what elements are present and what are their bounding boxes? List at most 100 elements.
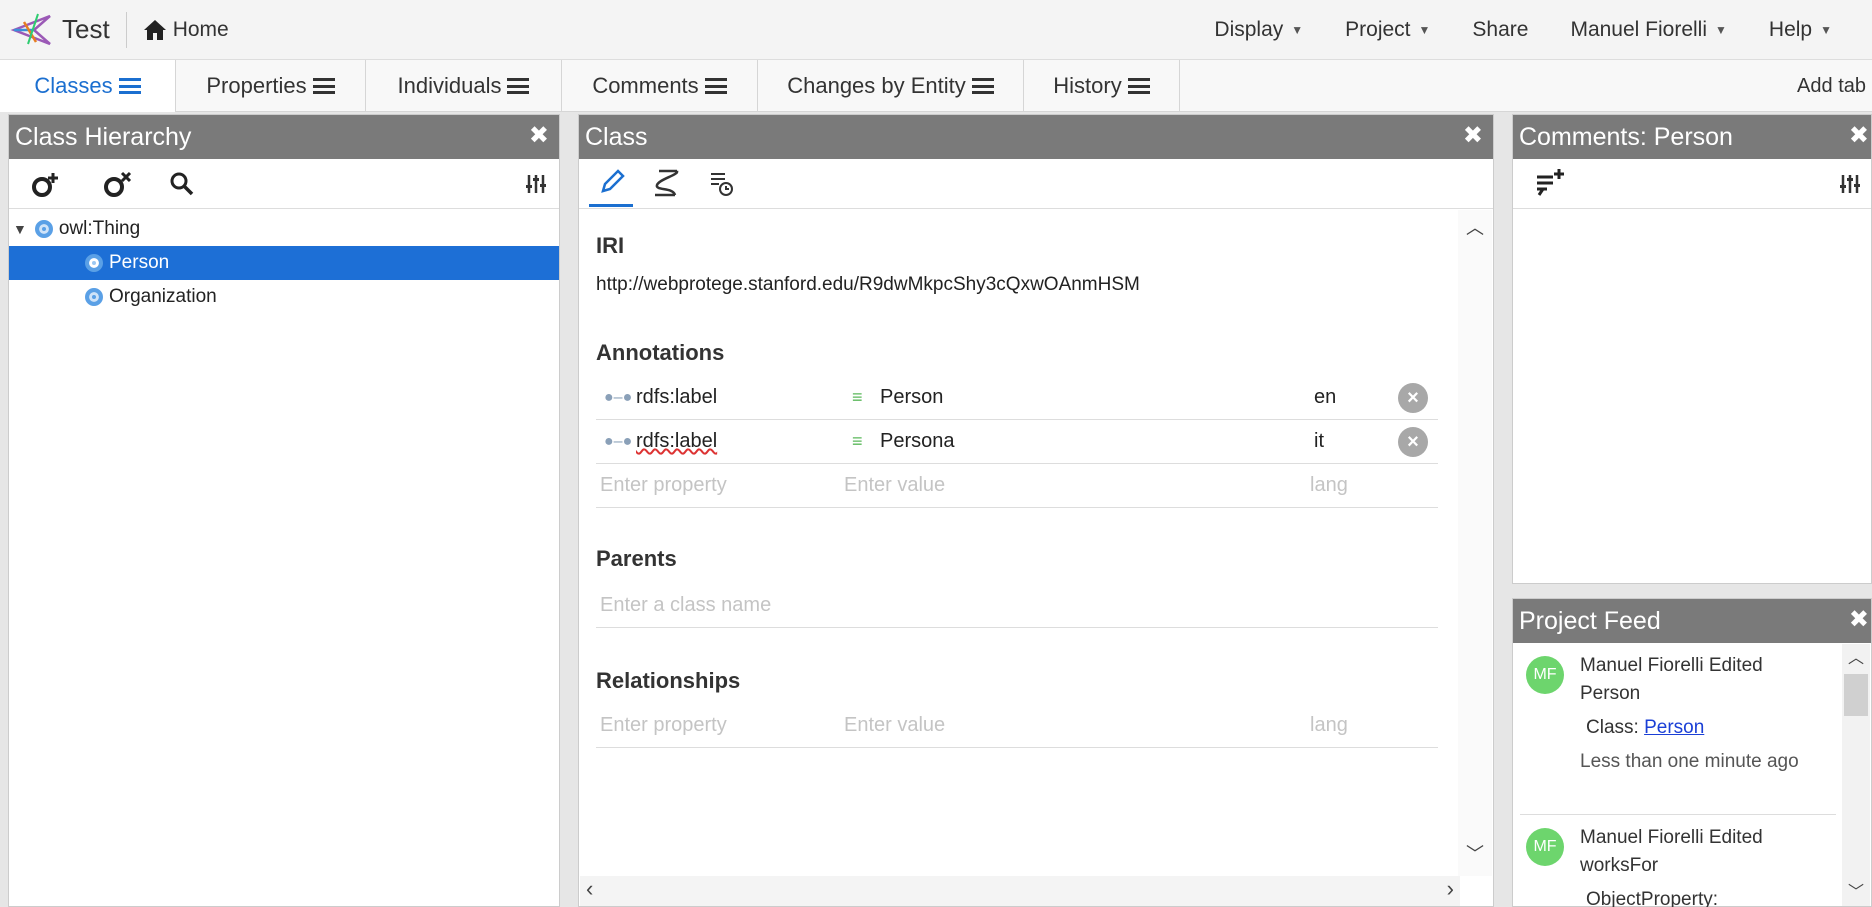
menu-icon[interactable] — [971, 78, 994, 94]
caret-down-icon: ▼ — [1418, 22, 1431, 37]
tab-comments[interactable]: Comments — [562, 60, 758, 112]
search-icon[interactable] — [169, 171, 195, 197]
avatar: MF — [1526, 828, 1564, 866]
annotation-property[interactable]: rdfs:label — [636, 430, 717, 453]
top-menu: Display ▼ Project ▼ Share Manuel Fiorelli ▼… — [1172, 18, 1872, 42]
class-icon — [85, 254, 103, 272]
caret-down-icon: ▼ — [1820, 22, 1832, 37]
tree-node-label: owl:Thing — [58, 218, 141, 239]
user-menu-label: Manuel Fiorelli — [1570, 17, 1708, 41]
scroll-left-icon[interactable]: ‹ — [586, 876, 593, 902]
scroll-up-icon[interactable]: ︿ — [1466, 214, 1484, 240]
annotation-lang[interactable]: it — [1314, 430, 1324, 453]
display-menu-label: Display — [1214, 17, 1284, 41]
webprotege-logo[interactable] — [10, 8, 54, 52]
annotation-row: ●–● rdfs:label ≡ Person en × — [596, 376, 1438, 420]
home-icon — [143, 19, 166, 40]
lang-input[interactable]: lang — [1310, 474, 1348, 497]
share-button[interactable]: Share — [1472, 18, 1528, 42]
avatar: MF — [1526, 656, 1564, 694]
add-tab-button[interactable]: Add tab — [1797, 60, 1866, 112]
class-hierarchy-toolbar — [9, 159, 559, 209]
tab-individuals[interactable]: Individuals — [366, 60, 562, 112]
panel-title: Class Hierarchy — [15, 122, 192, 151]
menu-icon[interactable] — [1127, 78, 1150, 94]
remove-annotation-button[interactable]: × — [1398, 383, 1428, 413]
class-icon — [85, 288, 103, 306]
create-class-icon[interactable] — [31, 169, 63, 199]
tree-node-label: Person — [109, 252, 170, 273]
annotation-property[interactable]: rdfs:label — [636, 386, 717, 409]
remove-annotation-button[interactable]: × — [1398, 427, 1428, 457]
class-panel: Class ✖ — [578, 114, 1494, 907]
settings-sliders-icon[interactable] — [525, 173, 547, 195]
tab-label: Individuals — [397, 73, 502, 98]
panel-title: Comments: Person — [1519, 122, 1733, 151]
close-icon[interactable]: ✖ — [1463, 121, 1483, 150]
class-icon — [34, 220, 53, 238]
divider — [125, 11, 127, 48]
comments-panel: Comments: Person ✖ — [1512, 114, 1872, 584]
close-icon[interactable]: ✖ — [1849, 605, 1869, 634]
hierarchy-graph-icon[interactable] — [651, 167, 683, 199]
tab-classes[interactable]: Classes — [0, 60, 176, 112]
annotation-value[interactable]: Persona — [880, 430, 955, 453]
feed-entity-link[interactable]: Person — [1644, 717, 1704, 738]
parents-input-row: Enter a class name — [596, 584, 1438, 628]
horizontal-scrollbar[interactable]: ‹ › — [580, 876, 1460, 906]
feed-item-detail: Class: Person — [1586, 714, 1704, 742]
tab-label: Changes by Entity — [787, 73, 966, 98]
menu-icon[interactable] — [704, 78, 727, 94]
tab-history[interactable]: History — [1024, 60, 1180, 112]
editor-tab-edit[interactable] — [589, 161, 633, 207]
tab-label: Classes — [34, 73, 113, 98]
home-label: Home — [172, 17, 229, 41]
caret-down-icon: ▼ — [1291, 22, 1304, 37]
help-menu-label: Help — [1768, 17, 1813, 41]
feed-item-headline: Manuel Fiorelli Edited Person — [1580, 652, 1820, 708]
value-input[interactable]: Enter value — [844, 714, 945, 737]
tab-properties[interactable]: Properties — [176, 60, 366, 112]
scroll-up-icon[interactable]: ︿ — [1848, 644, 1864, 668]
value-input[interactable]: Enter value — [844, 474, 945, 497]
feed-scrollbar[interactable]: ︿ ﹀ — [1842, 644, 1870, 906]
class-hierarchy-header: Class Hierarchy ✖ — [9, 115, 559, 159]
annotation-row: ●–● rdfs:label ≡ Persona it × — [596, 420, 1438, 464]
scroll-down-icon[interactable]: ﹀ — [1848, 878, 1864, 902]
help-menu[interactable]: Help ▼ — [1769, 18, 1832, 42]
literal-icon: ≡ — [852, 387, 863, 407]
menu-icon[interactable] — [312, 78, 335, 94]
close-icon[interactable]: ✖ — [1849, 121, 1869, 150]
home-link[interactable]: Home — [143, 18, 229, 42]
relationship-new-row: Enter property Enter value lang — [596, 704, 1438, 748]
expand-triangle-icon[interactable]: ▼ — [13, 221, 27, 237]
lang-input[interactable]: lang — [1310, 714, 1348, 737]
vertical-scrollbar[interactable]: ︿ ﹀ — [1458, 210, 1492, 876]
tab-changes-by-entity[interactable]: Changes by Entity — [758, 60, 1024, 112]
close-icon[interactable]: ✖ — [529, 121, 549, 150]
settings-sliders-icon[interactable] — [1839, 173, 1861, 195]
user-menu[interactable]: Manuel Fiorelli ▼ — [1570, 18, 1726, 42]
feed-kind: ObjectProperty: — [1586, 889, 1718, 907]
tree-node-owl-thing[interactable]: ▼ owl:Thing — [9, 212, 559, 246]
class-name-input[interactable]: Enter a class name — [600, 594, 771, 617]
annotation-lang[interactable]: en — [1314, 386, 1336, 409]
history-list-icon[interactable] — [707, 169, 737, 199]
iri-value[interactable]: http://webprotege.stanford.edu/R9dwMkpcS… — [596, 274, 1140, 296]
tree-node-organization[interactable]: Organization — [9, 280, 559, 314]
annotation-value[interactable]: Person — [880, 386, 943, 409]
tree-node-person[interactable]: Person — [9, 246, 559, 280]
display-menu[interactable]: Display ▼ — [1214, 18, 1303, 42]
menu-icon[interactable] — [118, 78, 141, 94]
scroll-thumb[interactable] — [1844, 674, 1868, 716]
add-comment-icon[interactable] — [1533, 167, 1567, 199]
scroll-right-icon[interactable]: › — [1447, 876, 1454, 902]
feed-item-headline: Manuel Fiorelli Edited worksFor — [1580, 824, 1820, 880]
delete-class-icon[interactable] — [103, 169, 135, 199]
feed-headline-text: Manuel Fiorelli Edited — [1580, 655, 1763, 676]
property-input[interactable]: Enter property — [600, 474, 727, 497]
property-input[interactable]: Enter property — [600, 714, 727, 737]
project-menu[interactable]: Project ▼ — [1345, 18, 1430, 42]
scroll-down-icon[interactable]: ﹀ — [1466, 840, 1484, 866]
menu-icon[interactable] — [507, 78, 530, 94]
